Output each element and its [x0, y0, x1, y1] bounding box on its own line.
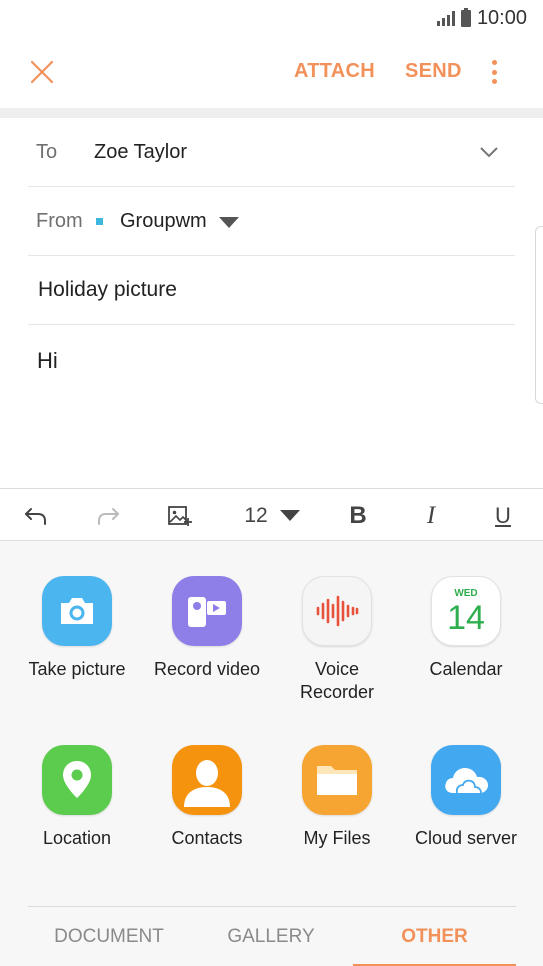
- app-label: Voice Recorder: [299, 659, 375, 702]
- app-label: Contacts: [171, 828, 243, 848]
- battery-icon: [460, 7, 471, 27]
- undo-icon[interactable]: [16, 489, 56, 542]
- contacts-icon: [172, 745, 242, 815]
- app-label: Cloud server: [414, 828, 518, 848]
- font-size-select[interactable]: 12: [232, 489, 312, 542]
- close-icon[interactable]: [28, 58, 56, 86]
- video-recorder-icon: [172, 576, 242, 646]
- to-field[interactable]: Zoe Taylor: [94, 141, 187, 164]
- signal-icon: [436, 10, 455, 26]
- bold-label: B: [349, 501, 367, 529]
- from-row[interactable]: From Groupwm: [28, 187, 515, 256]
- action-bar: ATTACH SEND: [0, 36, 543, 108]
- tab-document[interactable]: DOCUMENT: [28, 907, 190, 966]
- underline-button[interactable]: U: [485, 489, 521, 542]
- tab-other[interactable]: OTHER: [353, 907, 516, 966]
- app-label: Calendar: [429, 659, 503, 679]
- app-label: Record video: [153, 659, 261, 679]
- calendar-date: 14: [447, 599, 485, 637]
- contacts-button[interactable]: Contacts: [142, 745, 272, 850]
- folder-icon: [302, 745, 372, 815]
- font-size-value: 12: [244, 503, 268, 527]
- redo-icon[interactable]: [88, 489, 128, 542]
- compose-form: To Zoe Taylor From Groupwm Holiday pictu…: [0, 118, 543, 325]
- attach-panel: Take picture Record video Voice Recorder…: [0, 541, 543, 966]
- italic-button[interactable]: I: [413, 489, 449, 542]
- app-label: Location: [42, 828, 112, 848]
- insert-image-icon[interactable]: [160, 489, 200, 542]
- voice-recorder-icon: [302, 576, 372, 646]
- body-field[interactable]: Hi: [37, 348, 58, 374]
- calendar-button[interactable]: WED 14 Calendar: [401, 576, 531, 681]
- record-video-button[interactable]: Record video: [142, 576, 272, 681]
- underline-label: U: [495, 502, 511, 528]
- voice-recorder-button[interactable]: Voice Recorder: [272, 576, 402, 704]
- location-button[interactable]: Location: [12, 745, 142, 850]
- from-account[interactable]: Groupwm: [120, 210, 207, 233]
- bold-button[interactable]: B: [340, 489, 376, 542]
- my-files-button[interactable]: My Files: [272, 745, 402, 850]
- header-divider: [0, 108, 543, 118]
- status-bar: 10:00: [0, 0, 543, 36]
- calendar-icon: WED 14: [431, 576, 501, 646]
- take-picture-button[interactable]: Take picture: [12, 576, 142, 681]
- send-button[interactable]: SEND: [405, 60, 462, 83]
- more-vertical-icon[interactable]: [484, 56, 504, 88]
- subject-row[interactable]: Holiday picture: [28, 256, 515, 325]
- to-label: To: [36, 140, 58, 163]
- app-label: Take picture: [28, 659, 126, 679]
- location-icon: [42, 745, 112, 815]
- to-row[interactable]: To Zoe Taylor: [28, 118, 515, 187]
- cloud-icon: [431, 745, 501, 815]
- attach-button[interactable]: ATTACH: [294, 60, 375, 83]
- account-color-dot: [96, 217, 103, 225]
- camera-icon: [42, 576, 112, 646]
- cloud-server-button[interactable]: Cloud server: [401, 745, 531, 850]
- attach-tabs: DOCUMENT GALLERY OTHER: [28, 906, 516, 966]
- scroll-handle[interactable]: [535, 226, 543, 404]
- from-label: From: [36, 209, 83, 232]
- dropdown-arrow-icon[interactable]: [218, 216, 239, 228]
- status-time: 10:00: [476, 6, 527, 29]
- tab-gallery[interactable]: GALLERY: [190, 907, 352, 966]
- chevron-down-icon[interactable]: [479, 142, 499, 162]
- format-toolbar: 12 B I U: [0, 488, 543, 541]
- subject-field[interactable]: Holiday picture: [28, 278, 177, 302]
- dropdown-arrow-icon: [279, 510, 300, 521]
- app-label: My Files: [303, 828, 371, 848]
- italic-label: I: [426, 501, 436, 529]
